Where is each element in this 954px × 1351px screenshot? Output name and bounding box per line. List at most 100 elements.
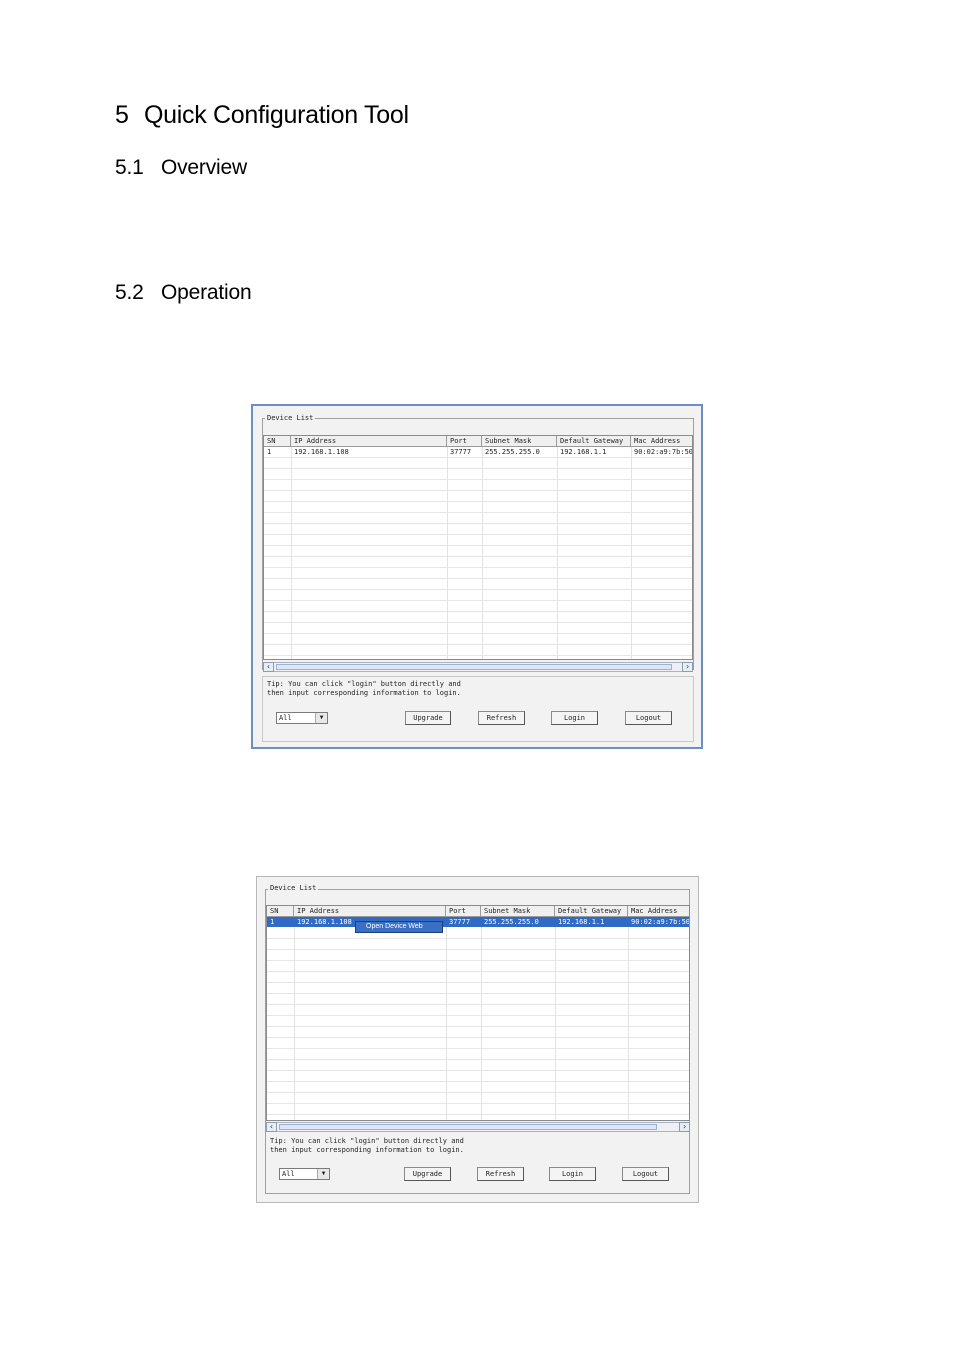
col-header-port[interactable]: Port	[447, 436, 482, 446]
scrollbar-thumb[interactable]	[279, 1124, 657, 1130]
row-divider	[264, 578, 692, 579]
login-button[interactable]: Login	[549, 1167, 596, 1181]
group-label: Device List	[265, 414, 316, 422]
login-button[interactable]: Login	[551, 711, 598, 725]
row-divider	[264, 644, 692, 645]
row-divider	[267, 1026, 689, 1027]
chapter-title-text: Quick Configuration Tool	[144, 101, 409, 129]
row-divider	[267, 1037, 689, 1038]
tip-text: Tip: You can click "login" button direct…	[270, 1137, 464, 1155]
row-divider	[267, 1114, 689, 1115]
row-divider	[267, 938, 689, 939]
group-label: Device List	[268, 884, 319, 892]
filter-value: All	[279, 714, 292, 722]
chapter-title: 5 Quick Configuration Tool	[115, 101, 409, 130]
upgrade-button[interactable]: Upgrade	[404, 1167, 451, 1181]
cell-gateway: 192.168.1.1	[558, 918, 605, 926]
filter-value: All	[282, 1170, 295, 1178]
row-divider	[264, 633, 692, 634]
row-divider	[264, 479, 692, 480]
row-divider	[267, 1048, 689, 1049]
scroll-left-icon[interactable]: ‹	[266, 1122, 277, 1132]
row-divider	[267, 949, 689, 950]
section-heading-operation: 5.2 Operation	[115, 281, 252, 305]
tip-text: Tip: You can click "login" button direct…	[267, 680, 461, 698]
cell-sn: 1	[270, 918, 275, 926]
row-divider	[267, 982, 689, 983]
logout-button[interactable]: Logout	[622, 1167, 669, 1181]
row-divider	[264, 512, 692, 513]
tip-line-1: Tip: You can click "login" button direct…	[270, 1137, 464, 1145]
horizontal-scrollbar[interactable]: ‹ ›	[266, 1122, 690, 1132]
scrollbar-thumb[interactable]	[276, 664, 672, 670]
context-menu-open-device-web[interactable]: Open Device Web	[355, 921, 443, 933]
row-divider	[267, 1015, 689, 1016]
cell-mac: 90:02:a9:7b:50	[631, 918, 690, 926]
device-list-window: Device List SN IP Address Port Subnet Ma…	[251, 404, 703, 749]
tip-line-2: then input corresponding information to …	[267, 689, 461, 697]
chapter-number: 5	[115, 101, 129, 129]
col-header-gateway[interactable]: Default Gateway	[557, 436, 631, 446]
cell-sn: 1	[267, 448, 272, 456]
logout-button[interactable]: Logout	[625, 711, 672, 725]
col-header-gateway[interactable]: Default Gateway	[555, 906, 628, 916]
section-number: 5.1	[115, 156, 144, 179]
cell-subnet: 255.255.255.0	[485, 448, 540, 456]
col-header-mac[interactable]: Mac Address	[628, 906, 689, 916]
col-header-sn[interactable]: SN	[264, 436, 291, 446]
row-divider	[267, 1070, 689, 1071]
chevron-down-icon[interactable]: ▼	[315, 713, 327, 723]
cell-port: 37777	[450, 448, 472, 456]
row-divider	[264, 534, 692, 535]
cell-port: 37777	[449, 918, 471, 926]
device-list-window-context: Device List SN IP Address Port Subnet Ma…	[256, 876, 699, 1203]
scroll-left-icon[interactable]: ‹	[263, 662, 274, 672]
row-divider	[264, 457, 692, 458]
refresh-button[interactable]: Refresh	[477, 1167, 524, 1181]
cell-ip: 192.168.1.108	[294, 448, 349, 456]
device-filter-select[interactable]: All ▼	[276, 712, 328, 724]
col-header-subnet[interactable]: Subnet Mask	[481, 906, 555, 916]
device-filter-select[interactable]: All ▼	[279, 1168, 330, 1180]
cell-gateway: 192.168.1.1	[560, 448, 607, 456]
row-divider	[267, 1004, 689, 1005]
row-divider	[267, 1059, 689, 1060]
horizontal-scrollbar[interactable]: ‹ ›	[263, 662, 693, 672]
table-row[interactable]: 1 192.168.1.108 37777 255.255.255.0 192.…	[264, 447, 692, 457]
col-header-subnet[interactable]: Subnet Mask	[482, 436, 557, 446]
row-divider	[264, 589, 692, 590]
row-divider	[264, 501, 692, 502]
table-header: SN IP Address Port Subnet Mask Default G…	[264, 436, 692, 447]
col-header-port[interactable]: Port	[446, 906, 481, 916]
row-divider	[264, 523, 692, 524]
table-row-selected[interactable]: 1 192.168.1.108 37777 255.255.255.0 192.…	[267, 917, 689, 927]
col-header-ip[interactable]: IP Address	[294, 906, 446, 916]
row-divider	[264, 622, 692, 623]
cell-subnet: 255.255.255.0	[484, 918, 539, 926]
row-divider	[264, 600, 692, 601]
section-number: 5.2	[115, 281, 144, 304]
chevron-down-icon[interactable]: ▼	[317, 1169, 329, 1179]
col-header-sn[interactable]: SN	[267, 906, 294, 916]
col-header-ip[interactable]: IP Address	[291, 436, 447, 446]
row-divider	[267, 1092, 689, 1093]
col-header-mac[interactable]: Mac Address	[631, 436, 692, 446]
row-divider	[264, 611, 692, 612]
tip-line-2: then input corresponding information to …	[270, 1146, 464, 1154]
section-heading-overview: 5.1 Overview	[115, 156, 247, 180]
scroll-right-icon[interactable]: ›	[679, 1122, 690, 1132]
row-divider	[264, 655, 692, 656]
row-divider	[267, 971, 689, 972]
section-title: Operation	[161, 281, 252, 304]
scroll-right-icon[interactable]: ›	[682, 662, 693, 672]
section-title: Overview	[161, 156, 247, 179]
refresh-button[interactable]: Refresh	[478, 711, 525, 725]
row-divider	[264, 545, 692, 546]
device-table: SN IP Address Port Subnet Mask Default G…	[266, 905, 690, 1121]
tip-line-1: Tip: You can click "login" button direct…	[267, 680, 461, 688]
table-header: SN IP Address Port Subnet Mask Default G…	[267, 906, 689, 917]
row-divider	[264, 468, 692, 469]
row-divider	[264, 567, 692, 568]
row-divider	[267, 993, 689, 994]
upgrade-button[interactable]: Upgrade	[405, 711, 451, 725]
